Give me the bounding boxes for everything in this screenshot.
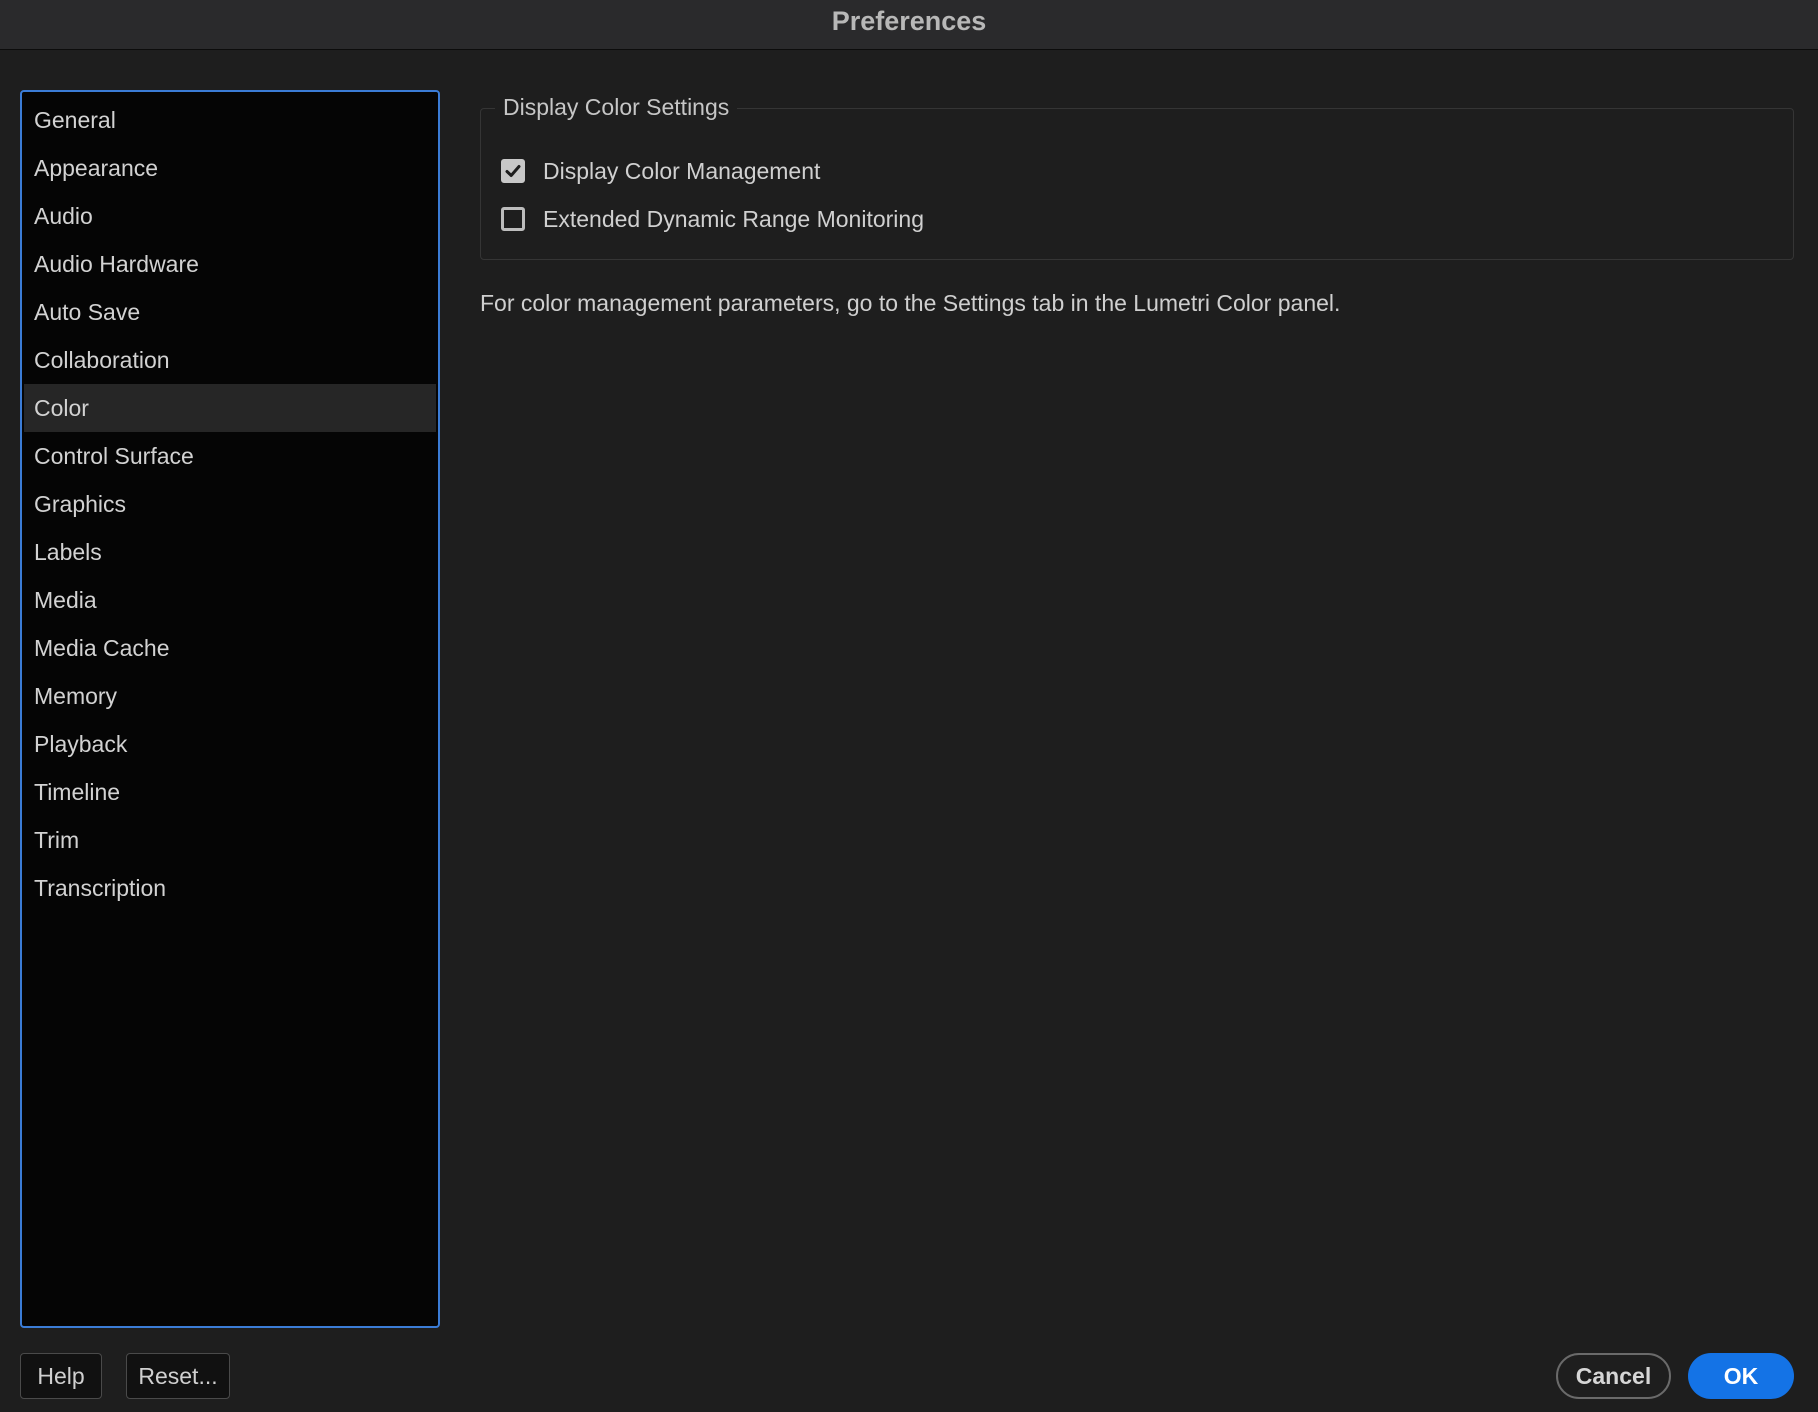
sidebar-item-appearance[interactable]: Appearance bbox=[24, 144, 436, 192]
extended-dynamic-range-option[interactable]: Extended Dynamic Range Monitoring bbox=[501, 202, 924, 236]
sidebar-item-auto-save[interactable]: Auto Save bbox=[24, 288, 436, 336]
sidebar-item-transcription[interactable]: Transcription bbox=[24, 864, 436, 912]
sidebar-item-labels[interactable]: Labels bbox=[24, 528, 436, 576]
sidebar-item-media-cache[interactable]: Media Cache bbox=[24, 624, 436, 672]
window-title: Preferences bbox=[831, 6, 987, 36]
display-color-management-option[interactable]: Display Color Management bbox=[501, 154, 820, 188]
help-button[interactable]: Help bbox=[20, 1353, 102, 1399]
reset-button[interactable]: Reset... bbox=[126, 1353, 230, 1399]
title-bar: Preferences bbox=[0, 0, 1818, 50]
sidebar-item-memory[interactable]: Memory bbox=[24, 672, 436, 720]
sidebar-item-trim[interactable]: Trim bbox=[24, 816, 436, 864]
sidebar-item-audio-hardware[interactable]: Audio Hardware bbox=[24, 240, 436, 288]
cancel-button[interactable]: Cancel bbox=[1556, 1353, 1671, 1399]
display-color-management-label[interactable]: Display Color Management bbox=[543, 158, 820, 185]
extended-dynamic-range-checkbox[interactable] bbox=[501, 207, 525, 231]
sidebar-item-general[interactable]: General bbox=[24, 96, 436, 144]
checkmark-icon bbox=[505, 165, 521, 177]
sidebar-item-collaboration[interactable]: Collaboration bbox=[24, 336, 436, 384]
sidebar-item-color[interactable]: Color bbox=[24, 384, 436, 432]
sidebar-item-media[interactable]: Media bbox=[24, 576, 436, 624]
preferences-category-list[interactable]: General Appearance Audio Audio Hardware … bbox=[20, 90, 440, 1328]
sidebar-item-audio[interactable]: Audio bbox=[24, 192, 436, 240]
sidebar-item-playback[interactable]: Playback bbox=[24, 720, 436, 768]
color-management-info-text: For color management parameters, go to t… bbox=[480, 290, 1341, 316]
display-color-settings-group: Display Color Settings Display Color Man… bbox=[480, 90, 1794, 260]
extended-dynamic-range-label[interactable]: Extended Dynamic Range Monitoring bbox=[543, 206, 924, 233]
sidebar-item-graphics[interactable]: Graphics bbox=[24, 480, 436, 528]
display-color-management-checkbox[interactable] bbox=[501, 159, 525, 183]
group-legend: Display Color Settings bbox=[495, 90, 738, 124]
sidebar-item-control-surface[interactable]: Control Surface bbox=[24, 432, 436, 480]
sidebar-item-timeline[interactable]: Timeline bbox=[24, 768, 436, 816]
ok-button[interactable]: OK bbox=[1688, 1353, 1794, 1399]
